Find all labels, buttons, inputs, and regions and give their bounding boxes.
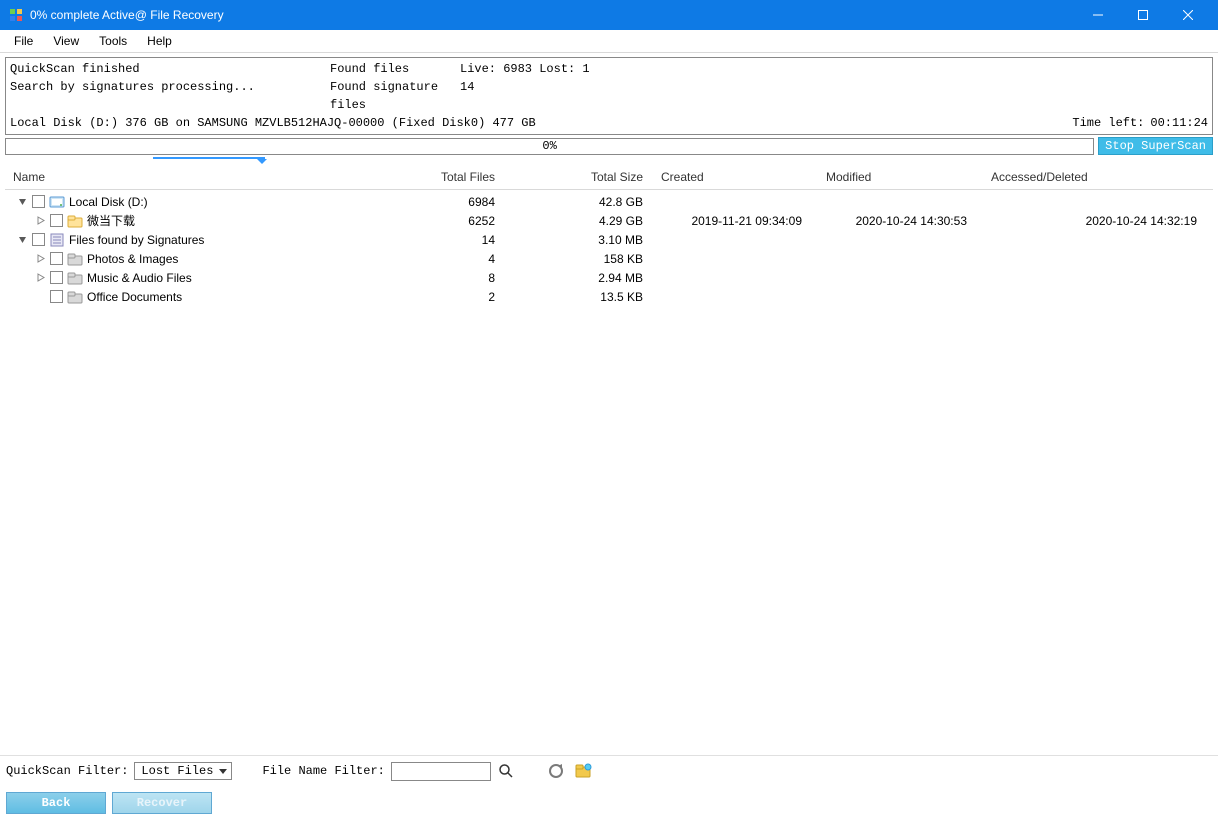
folder-icon — [67, 213, 83, 229]
cell-size: 42.8 GB — [535, 195, 653, 209]
recover-button[interactable]: Recover — [112, 792, 212, 814]
col-header-modified[interactable]: Modified — [818, 170, 983, 184]
status-live-lost: Live: 6983 Lost: 1 — [460, 60, 1208, 78]
cell-files: 4 — [405, 252, 535, 266]
progress-row: 0% Stop SuperScan — [5, 137, 1213, 155]
status-sig-search: Search by signatures processing... — [10, 78, 330, 114]
cell-files: 8 — [405, 271, 535, 285]
filter-row: QuickScan Filter: Lost Files File Name F… — [0, 755, 1218, 786]
menu-tools[interactable]: Tools — [89, 31, 137, 51]
app-icon — [8, 7, 24, 23]
progress-bar: 0% — [5, 138, 1094, 155]
status-quickscan: QuickScan finished — [10, 60, 330, 78]
quickscan-filter-dropdown[interactable]: Lost Files — [134, 762, 232, 780]
row-checkbox[interactable] — [50, 214, 63, 227]
cell-files: 14 — [405, 233, 535, 247]
cell-size: 13.5 KB — [535, 290, 653, 304]
expander-icon[interactable] — [35, 215, 46, 226]
button-row: Back Recover — [0, 786, 1218, 820]
filefolder-icon — [67, 289, 83, 305]
table-row[interactable]: Music & Audio Files 82.94 MB — [5, 268, 1213, 287]
table-row[interactable]: Office Documents 213.5 KB — [5, 287, 1213, 306]
row-checkbox[interactable] — [32, 195, 45, 208]
cell-files: 6252 — [405, 214, 535, 228]
row-name: Music & Audio Files — [87, 271, 192, 285]
row-name: 微当下载 — [87, 212, 135, 229]
row-checkbox[interactable] — [50, 252, 63, 265]
column-resize-indicator — [5, 157, 1213, 163]
cell-size: 3.10 MB — [535, 233, 653, 247]
refresh-icon[interactable] — [545, 760, 567, 782]
cell-files: 2 — [405, 290, 535, 304]
status-sig-label: Found signature files — [330, 78, 460, 114]
window-title: 0% complete Active@ File Recovery — [30, 8, 224, 22]
table-row[interactable]: Photos & Images 4158 KB — [5, 249, 1213, 268]
row-name: Local Disk (D:) — [69, 195, 148, 209]
col-header-files[interactable]: Total Files — [405, 170, 535, 184]
results-grid: Name Total Files Total Size Created Modi… — [5, 165, 1213, 765]
filename-filter-input[interactable] — [391, 762, 491, 781]
sigs-icon — [49, 232, 65, 248]
row-checkbox[interactable] — [50, 271, 63, 284]
scan-status-panel: QuickScan finished Found files Live: 698… — [5, 57, 1213, 135]
row-name: Office Documents — [87, 290, 182, 304]
stop-superscan-button[interactable]: Stop SuperScan — [1098, 137, 1213, 155]
expander-icon — [35, 291, 46, 302]
table-row[interactable]: 微当下载62524.29 GB2019-11-21 09:34:092020-1… — [5, 211, 1213, 230]
menu-file[interactable]: File — [4, 31, 43, 51]
col-header-size[interactable]: Total Size — [535, 170, 653, 184]
cell-accessed: 2020-10-24 14:32:19 — [983, 214, 1213, 228]
maximize-button[interactable] — [1120, 0, 1165, 30]
expander-icon[interactable] — [35, 253, 46, 264]
row-checkbox[interactable] — [50, 290, 63, 303]
col-header-accessed[interactable]: Accessed/Deleted — [983, 170, 1213, 184]
row-name: Files found by Signatures — [69, 233, 204, 247]
minimize-button[interactable] — [1075, 0, 1120, 30]
back-button[interactable]: Back — [6, 792, 106, 814]
menu-view[interactable]: View — [43, 31, 89, 51]
search-button[interactable] — [497, 762, 515, 780]
progress-text: 0% — [542, 139, 556, 153]
cell-created: 2019-11-21 09:34:09 — [653, 214, 818, 228]
status-time-left: 00:11:24 — [1150, 114, 1208, 132]
col-header-created[interactable]: Created — [653, 170, 818, 184]
cell-size: 2.94 MB — [535, 271, 653, 285]
table-row[interactable]: Files found by Signatures 143.10 MB — [5, 230, 1213, 249]
quickscan-filter-label: QuickScan Filter: — [6, 764, 128, 778]
menubar: File View Tools Help — [0, 30, 1218, 53]
status-found-label: Found files — [330, 60, 460, 78]
bottom-area: QuickScan Filter: Lost Files File Name F… — [0, 755, 1218, 820]
disk-icon — [49, 194, 65, 210]
row-name: Photos & Images — [87, 252, 178, 266]
filename-filter-label: File Name Filter: — [262, 764, 384, 778]
filefolder-icon — [67, 270, 83, 286]
col-header-name[interactable]: Name — [5, 170, 405, 184]
expander-icon[interactable] — [17, 234, 28, 245]
row-checkbox[interactable] — [32, 233, 45, 246]
cell-size: 158 KB — [535, 252, 653, 266]
expander-icon[interactable] — [17, 196, 28, 207]
cell-files: 6984 — [405, 195, 535, 209]
folder-tool-icon[interactable] — [573, 760, 595, 782]
grid-header: Name Total Files Total Size Created Modi… — [5, 165, 1213, 190]
status-sig-count: 14 — [460, 78, 1208, 114]
titlebar: 0% complete Active@ File Recovery — [0, 0, 1218, 30]
table-row[interactable]: Local Disk (D:) 698442.8 GB — [5, 192, 1213, 211]
cell-size: 4.29 GB — [535, 214, 653, 228]
filefolder-icon — [67, 251, 83, 267]
status-time-left-label: Time left: — [1072, 114, 1144, 132]
close-button[interactable] — [1165, 0, 1210, 30]
grid-body: Local Disk (D:) 698442.8 GB 微当下载 62524.29 G… — [5, 190, 1213, 306]
cell-modified: 2020-10-24 14:30:53 — [818, 214, 983, 228]
menu-help[interactable]: Help — [137, 31, 182, 51]
status-disk-info: Local Disk (D:) 376 GB on SAMSUNG MZVLB5… — [10, 114, 1072, 132]
expander-icon[interactable] — [35, 272, 46, 283]
